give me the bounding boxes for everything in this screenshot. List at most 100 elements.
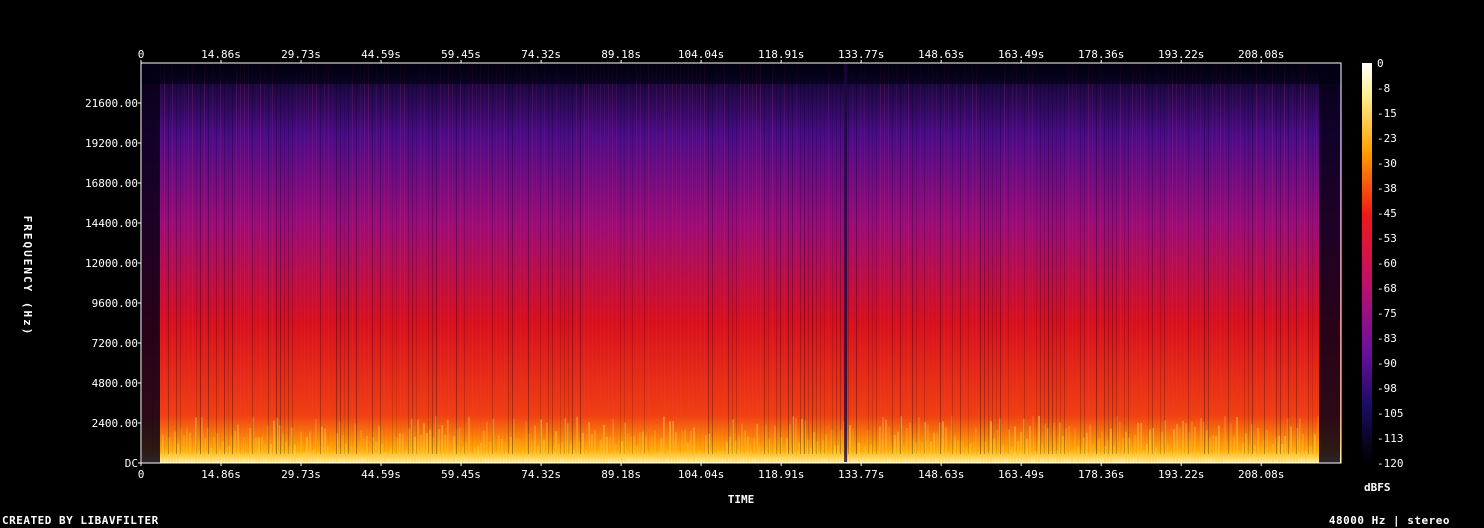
texture-low-band (369, 454, 371, 463)
texture-low-band (1149, 429, 1151, 463)
texture-streak (364, 64, 365, 454)
texture-streak (1300, 64, 1301, 454)
texture-streak (1248, 64, 1249, 454)
texture-low-band (222, 440, 224, 463)
texture-low-band (189, 432, 191, 463)
texture-streak (328, 64, 329, 454)
x-tick-label-top: 0 (138, 48, 145, 61)
texture-low-band (978, 452, 980, 463)
texture-low-band (462, 446, 464, 463)
texture-streak (1176, 64, 1177, 454)
texture-streak (1084, 64, 1085, 454)
x-tick-label-top: 14.86s (201, 48, 241, 61)
texture-streak (880, 64, 881, 454)
texture-streak (936, 64, 937, 454)
texture-low-band (771, 454, 773, 463)
texture-streak (556, 64, 557, 454)
texture-streak (876, 64, 877, 454)
texture-low-band (390, 447, 392, 463)
colorbar-tick-label: -15 (1377, 107, 1397, 120)
texture-low-band (609, 437, 611, 463)
texture-low-band (894, 434, 896, 463)
texture-low-band (1218, 425, 1220, 463)
texture-low-band (1221, 453, 1223, 463)
texture-streak (392, 64, 393, 454)
texture-low-band (501, 438, 503, 463)
texture-streak (220, 64, 221, 454)
texture-streak (992, 64, 993, 454)
colorbar-tick-label: -53 (1377, 232, 1397, 245)
texture-streak (952, 64, 953, 454)
y-axis: DC 2400.00 4800.00 7200.00 9600.00 12000.00 14… (85, 97, 141, 470)
texture-low-band (345, 443, 347, 463)
texture-low-band (534, 425, 536, 463)
texture-low-band (1197, 451, 1199, 463)
texture-streak (252, 64, 253, 454)
texture-streak (1024, 64, 1025, 454)
texture-streak (540, 64, 541, 454)
texture-streak (620, 64, 621, 454)
texture-low-band (582, 432, 584, 463)
texture-low-band (366, 435, 368, 463)
texture-streak (1048, 64, 1049, 454)
texture-streak (664, 64, 665, 454)
texture-streak (728, 64, 729, 454)
texture-streak (468, 64, 469, 454)
texture-low-band (1146, 443, 1148, 463)
y-tick-label: 4800.00 (92, 377, 138, 390)
texture-low-band (1137, 422, 1139, 463)
texture-low-band (348, 452, 350, 463)
x-tick-label-top: 29.73s (281, 48, 321, 61)
texture-streak (1056, 64, 1057, 454)
texture-streak (1060, 64, 1061, 454)
colorbar-tick-label: -60 (1377, 257, 1397, 270)
colorbar-tick-label: -68 (1377, 282, 1397, 295)
texture-streak (1184, 64, 1185, 454)
texture-low-band (873, 451, 875, 463)
texture-streak (1304, 64, 1305, 454)
texture-streak (1216, 64, 1217, 454)
texture-low-band (621, 441, 623, 463)
texture-streak (348, 64, 349, 454)
texture-streak (672, 64, 673, 454)
texture-low-band (1254, 445, 1256, 463)
texture-streak (976, 64, 977, 454)
texture-streak (192, 64, 193, 454)
texture-low-band (507, 452, 509, 463)
texture-low-band (1209, 437, 1211, 463)
texture-streak (1312, 64, 1313, 454)
texture-streak (944, 64, 945, 454)
texture-streak (1220, 64, 1221, 454)
texture-streak (1108, 64, 1109, 454)
x-tick-label-top: 59.45s (441, 48, 481, 61)
texture-low-band (429, 429, 431, 463)
texture-streak (752, 64, 753, 454)
texture-streak (560, 64, 561, 454)
texture-streak (1132, 64, 1133, 454)
texture-streak (180, 64, 181, 454)
texture-streak (452, 64, 453, 454)
texture-low-band (282, 432, 284, 463)
texture-low-band (909, 423, 911, 463)
texture-streak (432, 64, 433, 454)
texture-streak (228, 64, 229, 454)
texture-streak (884, 64, 885, 454)
colorbar-tick-label: -30 (1377, 157, 1397, 170)
texture-streak (512, 64, 513, 454)
texture-streak (272, 64, 273, 454)
texture-low-band (765, 424, 767, 463)
texture-low-band (1314, 434, 1316, 463)
texture-streak (852, 64, 853, 454)
texture-streak (860, 64, 861, 454)
texture-streak (832, 64, 833, 454)
texture-streak (916, 64, 917, 454)
texture-streak (536, 64, 537, 454)
texture-streak (316, 64, 317, 454)
texture-streak (632, 64, 633, 454)
texture-low-band (948, 453, 950, 463)
texture-low-band (498, 435, 500, 463)
texture-low-band (834, 445, 836, 463)
texture-streak (440, 64, 441, 454)
y-tick-label: 7200.00 (92, 337, 138, 350)
texture-streak (428, 64, 429, 454)
